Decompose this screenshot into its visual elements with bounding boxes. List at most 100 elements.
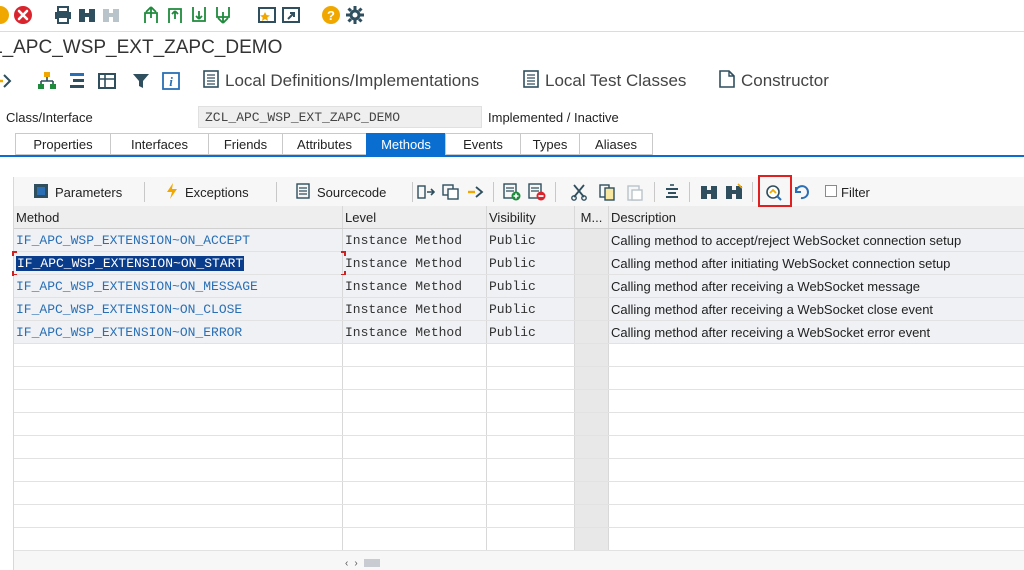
empty-cell[interactable] bbox=[487, 390, 575, 412]
empty-cell[interactable] bbox=[575, 413, 609, 435]
empty-cell[interactable] bbox=[14, 367, 343, 389]
empty-cell[interactable] bbox=[14, 505, 343, 527]
sourcecode-button[interactable]: Sourcecode bbox=[296, 181, 386, 203]
cancel-icon[interactable] bbox=[13, 5, 33, 25]
tab-interfaces[interactable]: Interfaces bbox=[110, 133, 208, 155]
empty-cell[interactable] bbox=[343, 505, 487, 527]
class-interface-field[interactable]: ZCL_APC_WSP_EXT_ZAPC_DEMO bbox=[198, 106, 482, 128]
empty-cell[interactable] bbox=[609, 505, 1024, 527]
shortcut-icon[interactable] bbox=[281, 5, 301, 25]
insert-row-icon[interactable] bbox=[502, 181, 522, 203]
copy-icon[interactable] bbox=[441, 181, 461, 203]
print-icon[interactable] bbox=[53, 5, 73, 25]
column-header-m[interactable]: M... bbox=[575, 206, 609, 228]
level-cell[interactable]: Instance Method bbox=[343, 252, 487, 274]
empty-row[interactable] bbox=[14, 390, 1024, 413]
empty-row[interactable] bbox=[14, 413, 1024, 436]
empty-cell[interactable] bbox=[487, 505, 575, 527]
paste-icon[interactable] bbox=[625, 181, 645, 203]
help-icon[interactable]: ? bbox=[321, 5, 341, 25]
constructor-button[interactable]: Constructor bbox=[719, 69, 829, 93]
empty-row[interactable] bbox=[14, 505, 1024, 528]
empty-cell[interactable] bbox=[609, 482, 1024, 504]
filter-icon[interactable] bbox=[131, 71, 151, 91]
empty-cell[interactable] bbox=[575, 482, 609, 504]
navigate-icon[interactable] bbox=[0, 71, 14, 91]
sort-icon[interactable] bbox=[662, 181, 682, 203]
empty-cell[interactable] bbox=[14, 482, 343, 504]
warning-icon[interactable] bbox=[0, 5, 10, 25]
settings-icon[interactable] bbox=[345, 5, 365, 25]
horizontal-scrollbar[interactable]: ‹ › bbox=[345, 557, 405, 569]
empty-cell[interactable] bbox=[609, 344, 1024, 366]
empty-row[interactable] bbox=[14, 436, 1024, 459]
local-test-classes-button[interactable]: Local Test Classes bbox=[523, 69, 686, 93]
create-session-icon[interactable] bbox=[257, 5, 277, 25]
table-row[interactable]: IF_APC_WSP_EXTENSION~ON_ERROR Instance M… bbox=[14, 321, 1024, 344]
m-cell[interactable] bbox=[575, 275, 609, 297]
scroll-thumb[interactable] bbox=[363, 559, 380, 567]
empty-cell[interactable] bbox=[343, 367, 487, 389]
local-definitions-button[interactable]: Local Definitions/Implementations bbox=[203, 69, 479, 93]
column-header-level[interactable]: Level bbox=[343, 206, 487, 228]
find-next-icon[interactable] bbox=[724, 181, 744, 203]
empty-cell[interactable] bbox=[487, 413, 575, 435]
last-page-icon[interactable] bbox=[213, 5, 233, 25]
description-cell[interactable]: Calling method after initiating WebSocke… bbox=[609, 252, 1024, 274]
empty-cell[interactable] bbox=[609, 390, 1024, 412]
description-cell[interactable]: Calling method after receiving a WebSock… bbox=[609, 321, 1024, 343]
method-name-cell[interactable]: IF_APC_WSP_EXTENSION~ON_ERROR bbox=[14, 321, 343, 343]
m-cell[interactable] bbox=[575, 298, 609, 320]
empty-cell[interactable] bbox=[575, 367, 609, 389]
tab-aliases[interactable]: Aliases bbox=[579, 133, 653, 155]
empty-cell[interactable] bbox=[14, 459, 343, 481]
empty-row[interactable] bbox=[14, 528, 1024, 551]
empty-cell[interactable] bbox=[575, 390, 609, 412]
empty-cell[interactable] bbox=[575, 528, 609, 550]
description-cell[interactable]: Calling method to accept/reject WebSocke… bbox=[609, 229, 1024, 251]
visibility-cell[interactable]: Public bbox=[487, 252, 575, 274]
tab-types[interactable]: Types bbox=[520, 133, 579, 155]
m-cell[interactable] bbox=[575, 229, 609, 251]
empty-cell[interactable] bbox=[609, 436, 1024, 458]
visibility-cell[interactable]: Public bbox=[487, 275, 575, 297]
empty-cell[interactable] bbox=[343, 482, 487, 504]
first-page-icon[interactable] bbox=[141, 5, 161, 25]
parameters-button[interactable]: Parameters bbox=[34, 181, 122, 203]
table-row[interactable]: IF_APC_WSP_EXTENSION~ON_ACCEPT Instance … bbox=[14, 229, 1024, 252]
structure-icon[interactable] bbox=[67, 71, 87, 91]
empty-cell[interactable] bbox=[14, 344, 343, 366]
copy-clipboard-icon[interactable] bbox=[597, 181, 617, 203]
empty-row[interactable] bbox=[14, 367, 1024, 390]
filter-checkbox[interactable]: Filter bbox=[825, 181, 870, 203]
tab-attributes[interactable]: Attributes bbox=[282, 133, 366, 155]
column-header-description[interactable]: Description bbox=[609, 206, 1024, 228]
description-cell[interactable]: Calling method after receiving a WebSock… bbox=[609, 298, 1024, 320]
table-row-selected[interactable]: IF_APC_WSP_EXTENSION~ON_START Instance M… bbox=[12, 251, 1024, 276]
display-object-list-icon[interactable] bbox=[97, 71, 117, 91]
method-name-cell[interactable]: IF_APC_WSP_EXTENSION~ON_ACCEPT bbox=[14, 229, 343, 251]
empty-row[interactable] bbox=[14, 482, 1024, 505]
method-name-cell[interactable]: IF_APC_WSP_EXTENSION~ON_START bbox=[14, 252, 343, 274]
empty-cell[interactable] bbox=[487, 459, 575, 481]
find-icon[interactable] bbox=[699, 181, 719, 203]
delete-row-icon[interactable] bbox=[527, 181, 547, 203]
scroll-right-icon[interactable]: › bbox=[354, 558, 357, 569]
visibility-cell[interactable]: Public bbox=[487, 298, 575, 320]
find-icon[interactable] bbox=[77, 5, 97, 25]
empty-cell[interactable] bbox=[487, 436, 575, 458]
level-cell[interactable]: Instance Method bbox=[343, 321, 487, 343]
empty-cell[interactable] bbox=[609, 528, 1024, 550]
previous-page-icon[interactable] bbox=[165, 5, 185, 25]
hierarchy-icon[interactable] bbox=[37, 71, 57, 91]
tab-events[interactable]: Events bbox=[445, 133, 520, 155]
undo-icon[interactable] bbox=[792, 181, 812, 203]
empty-cell[interactable] bbox=[575, 344, 609, 366]
selected-method-name[interactable]: IF_APC_WSP_EXTENSION~ON_START bbox=[16, 255, 245, 271]
method-name-cell[interactable]: IF_APC_WSP_EXTENSION~ON_CLOSE bbox=[14, 298, 343, 320]
empty-cell[interactable] bbox=[343, 459, 487, 481]
tab-properties[interactable]: Properties bbox=[15, 133, 110, 155]
m-cell[interactable] bbox=[575, 252, 609, 274]
detail-icon[interactable] bbox=[416, 181, 436, 203]
empty-cell[interactable] bbox=[343, 413, 487, 435]
